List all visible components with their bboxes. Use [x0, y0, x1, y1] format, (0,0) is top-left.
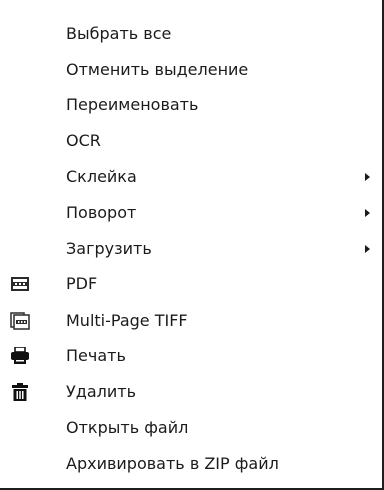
menu-item-print[interactable]: Печать: [0, 338, 382, 374]
menu-item-multipage-tiff[interactable]: Multi-Page TIFF: [0, 303, 382, 339]
submenu-arrow-icon: [365, 209, 370, 217]
submenu-arrow-icon: [365, 173, 370, 181]
menu-item-label: Печать: [66, 346, 126, 365]
menu-item-label: Multi-Page TIFF: [66, 311, 188, 330]
menu-item-label: Удалить: [66, 382, 136, 401]
menu-item-delete[interactable]: Удалить: [0, 374, 382, 410]
menu-item-ocr[interactable]: OCR: [0, 123, 382, 159]
menu-item-download[interactable]: Загрузить: [0, 231, 382, 267]
pdf-file-icon: [10, 275, 30, 293]
menu-item-rotate[interactable]: Поворот: [0, 195, 382, 231]
menu-item-open-file[interactable]: Открыть файл: [0, 410, 382, 446]
submenu-arrow-icon: [365, 245, 370, 253]
trash-icon: [10, 383, 30, 401]
menu-item-label: Архивировать в ZIP файл: [66, 454, 279, 473]
menu-item-label: Выбрать все: [66, 24, 172, 43]
context-menu: Выбрать все Отменить выделение Переимено…: [0, 0, 384, 490]
menu-item-label: Склейка: [66, 167, 137, 186]
menu-item-label: Переименовать: [66, 95, 199, 114]
menu-item-rename[interactable]: Переименовать: [0, 87, 382, 123]
menu-item-label: PDF: [66, 274, 98, 293]
tiff-file-icon: [10, 312, 30, 330]
menu-item-deselect[interactable]: Отменить выделение: [0, 52, 382, 88]
menu-item-label: Отменить выделение: [66, 60, 249, 79]
menu-item-zip-archive[interactable]: Архивировать в ZIP файл: [0, 446, 382, 482]
menu-item-label: OCR: [66, 131, 101, 150]
menu-item-pdf[interactable]: PDF: [0, 266, 382, 302]
menu-item-select-all[interactable]: Выбрать все: [0, 16, 382, 52]
menu-item-label: Загрузить: [66, 239, 152, 258]
menu-item-merge[interactable]: Склейка: [0, 159, 382, 195]
menu-item-label: Открыть файл: [66, 418, 189, 437]
printer-icon: [10, 346, 30, 365]
menu-item-label: Поворот: [66, 203, 137, 222]
